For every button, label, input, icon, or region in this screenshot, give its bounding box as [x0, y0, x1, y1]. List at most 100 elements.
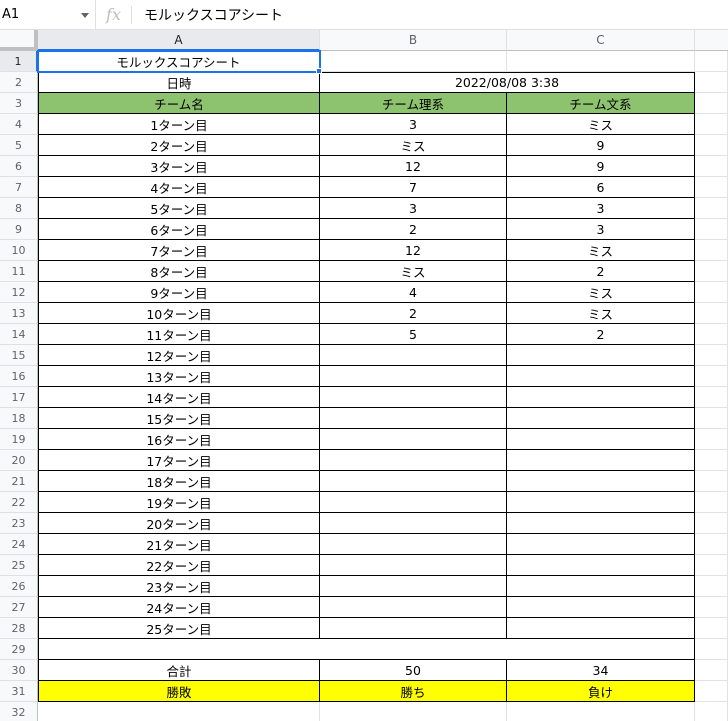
- cell-empty[interactable]: [695, 492, 728, 513]
- cell-empty[interactable]: [695, 282, 728, 303]
- cell-datetime-label[interactable]: 日時: [38, 72, 320, 93]
- cell-empty[interactable]: [695, 156, 728, 177]
- cell-turn-score-c[interactable]: [507, 387, 695, 408]
- cell-turn-score-c[interactable]: [507, 534, 695, 555]
- cell-empty[interactable]: [695, 219, 728, 240]
- cell-empty[interactable]: [695, 555, 728, 576]
- row-header-7[interactable]: 7: [0, 177, 38, 198]
- cell-turn-score-c[interactable]: [507, 471, 695, 492]
- cell-empty[interactable]: [695, 408, 728, 429]
- row-header-31[interactable]: 31: [0, 681, 38, 702]
- cell-turn-score-b[interactable]: 12: [320, 240, 507, 261]
- row-header-2[interactable]: 2: [0, 72, 38, 93]
- cell-empty[interactable]: [695, 429, 728, 450]
- cell-turn-label[interactable]: 7ターン目: [38, 240, 320, 261]
- cell-turn-label[interactable]: 20ターン目: [38, 513, 320, 534]
- cell-turn-score-b[interactable]: [320, 555, 507, 576]
- cell-turn-score-c[interactable]: [507, 597, 695, 618]
- cell-turn-label[interactable]: 9ターン目: [38, 282, 320, 303]
- row-header-9[interactable]: 9: [0, 219, 38, 240]
- cell-empty[interactable]: [695, 198, 728, 219]
- cell-empty[interactable]: [695, 93, 728, 114]
- cell-turn-score-c[interactable]: [507, 513, 695, 534]
- row-header-1[interactable]: 1: [0, 51, 38, 72]
- cell-turn-score-c[interactable]: ミス: [507, 240, 695, 261]
- row-header-4[interactable]: 4: [0, 114, 38, 135]
- cell-result-label[interactable]: 勝敗: [38, 681, 320, 702]
- chevron-down-icon[interactable]: [81, 12, 89, 18]
- fill-handle[interactable]: [316, 68, 322, 74]
- cell-turn-score-c[interactable]: ミス: [507, 303, 695, 324]
- cell-empty[interactable]: [695, 135, 728, 156]
- row-header-24[interactable]: 24: [0, 534, 38, 555]
- cell-turn-score-c[interactable]: [507, 492, 695, 513]
- cell-turn-score-c[interactable]: [507, 555, 695, 576]
- cell-turn-label[interactable]: 10ターン目: [38, 303, 320, 324]
- cell-empty[interactable]: [695, 681, 728, 702]
- cell-turn-label[interactable]: 5ターン目: [38, 198, 320, 219]
- cell-header-team[interactable]: チーム名: [38, 93, 320, 114]
- formula-input[interactable]: モルックスコアシート: [132, 5, 283, 25]
- row-header-10[interactable]: 10: [0, 240, 38, 261]
- cell-turn-score-b[interactable]: ミス: [320, 135, 507, 156]
- cell-result-b[interactable]: 勝ち: [320, 681, 507, 702]
- cell-empty[interactable]: [695, 471, 728, 492]
- cell-datetime-value[interactable]: 2022/08/08 3:38: [320, 72, 695, 93]
- cell-empty[interactable]: [320, 702, 507, 721]
- cell-empty[interactable]: [695, 639, 728, 660]
- cell-turn-score-b[interactable]: 3: [320, 114, 507, 135]
- cell-turn-label[interactable]: 2ターン目: [38, 135, 320, 156]
- row-header-15[interactable]: 15: [0, 345, 38, 366]
- cell-empty[interactable]: [695, 324, 728, 345]
- cell-empty[interactable]: [695, 240, 728, 261]
- cell-turn-score-b[interactable]: 2: [320, 219, 507, 240]
- row-header-21[interactable]: 21: [0, 471, 38, 492]
- select-all-corner[interactable]: [0, 30, 38, 51]
- cell-turn-score-b[interactable]: 2: [320, 303, 507, 324]
- row-header-23[interactable]: 23: [0, 513, 38, 534]
- cell-total-b[interactable]: 50: [320, 660, 507, 681]
- cell-empty[interactable]: [38, 702, 320, 721]
- cell-turn-label[interactable]: 6ターン目: [38, 219, 320, 240]
- cell-empty[interactable]: [507, 51, 695, 72]
- cell-turn-label[interactable]: 22ターン目: [38, 555, 320, 576]
- cell-empty[interactable]: [695, 114, 728, 135]
- cell-result-c[interactable]: 負け: [507, 681, 695, 702]
- cell-empty[interactable]: [695, 597, 728, 618]
- cell-turn-score-b[interactable]: [320, 492, 507, 513]
- cell-turn-label[interactable]: 16ターン目: [38, 429, 320, 450]
- row-header-18[interactable]: 18: [0, 408, 38, 429]
- cell-header-team-c[interactable]: チーム文系: [507, 93, 695, 114]
- row-header-16[interactable]: 16: [0, 366, 38, 387]
- cell-turn-score-c[interactable]: ミス: [507, 282, 695, 303]
- cell-turn-label[interactable]: 25ターン目: [38, 618, 320, 639]
- row-header-30[interactable]: 30: [0, 660, 38, 681]
- cell-turn-label[interactable]: 23ターン目: [38, 576, 320, 597]
- cell-turn-score-c[interactable]: 6: [507, 177, 695, 198]
- cell-turn-score-c[interactable]: 3: [507, 219, 695, 240]
- cell-turn-score-b[interactable]: [320, 408, 507, 429]
- cell-turn-score-b[interactable]: [320, 366, 507, 387]
- cell-turn-score-c[interactable]: 3: [507, 198, 695, 219]
- cell-turn-score-b[interactable]: [320, 345, 507, 366]
- cell-turn-label[interactable]: 12ターン目: [38, 345, 320, 366]
- cell-empty[interactable]: [695, 660, 728, 681]
- cell-turn-score-c[interactable]: [507, 429, 695, 450]
- cell-empty[interactable]: [695, 576, 728, 597]
- cell-empty[interactable]: [695, 261, 728, 282]
- row-header-17[interactable]: 17: [0, 387, 38, 408]
- row-header-14[interactable]: 14: [0, 324, 38, 345]
- cell-turn-label[interactable]: 3ターン目: [38, 156, 320, 177]
- cell-empty[interactable]: [695, 303, 728, 324]
- cell-turn-score-b[interactable]: [320, 450, 507, 471]
- row-header-20[interactable]: 20: [0, 450, 38, 471]
- cell-empty[interactable]: [695, 618, 728, 639]
- cell-turn-score-c[interactable]: ミス: [507, 114, 695, 135]
- cell-empty[interactable]: [695, 345, 728, 366]
- cell-turn-score-b[interactable]: [320, 429, 507, 450]
- cell-turn-score-c[interactable]: [507, 576, 695, 597]
- cell-turn-score-c[interactable]: 2: [507, 324, 695, 345]
- cell-empty[interactable]: [695, 366, 728, 387]
- cell-turn-label[interactable]: 21ターン目: [38, 534, 320, 555]
- row-header-12[interactable]: 12: [0, 282, 38, 303]
